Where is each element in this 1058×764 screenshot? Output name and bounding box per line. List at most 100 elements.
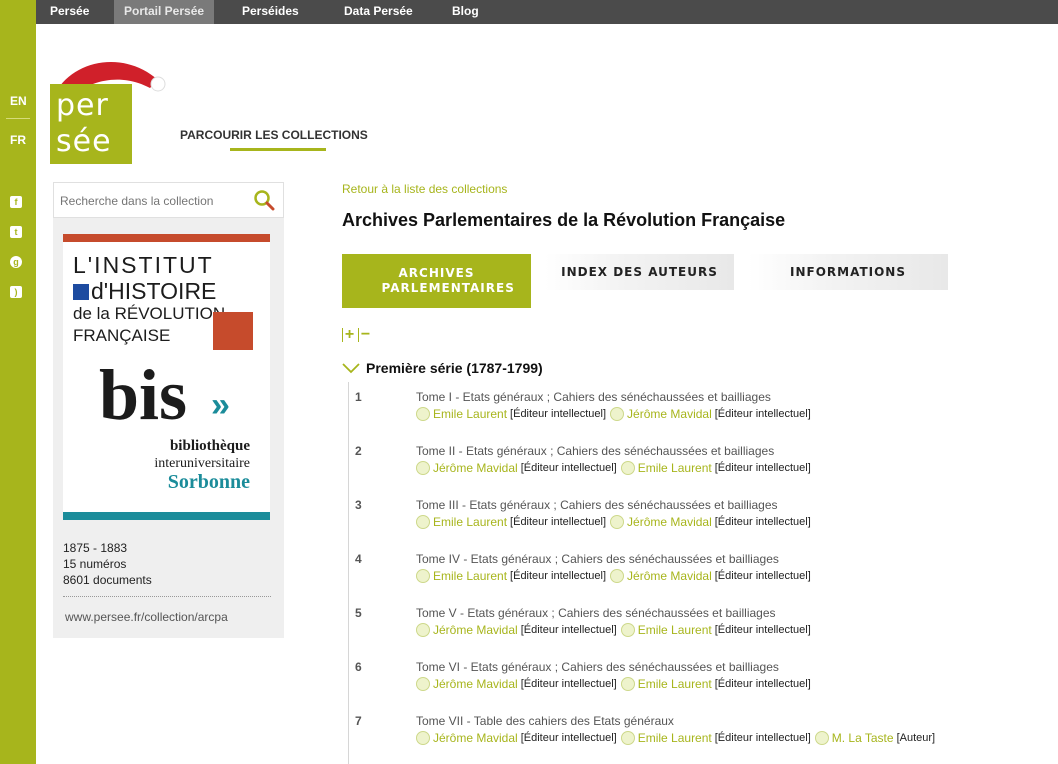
tab-archives-parlementaires[interactable]: ARCHIVES PARLEMENTAIRES: [342, 254, 531, 308]
tome-contributors: Jérôme Mavidal [Éditeur intellectuel] Emil…: [416, 731, 939, 748]
contributor-name-link[interactable]: Emile Laurent: [433, 407, 507, 421]
contributor-name-link[interactable]: M. La Taste: [832, 731, 894, 745]
contributor-role: [Éditeur intellectuel]: [714, 678, 811, 690]
nav-blog[interactable]: Blog: [442, 0, 489, 24]
partner-logo: L'INSTITUT d'HISTOIRE de la RÉVOLUTION F…: [63, 234, 270, 520]
nav-perseides[interactable]: Perséides: [232, 0, 309, 24]
persee-logo[interactable]: per sée: [50, 54, 166, 166]
contributor: Jérôme Mavidal [Éditeur intellectuel]: [610, 569, 815, 583]
tome-number: 4: [355, 552, 362, 566]
contributor-role: [Éditeur intellectuel]: [714, 516, 811, 528]
contributor-name-link[interactable]: Emile Laurent: [638, 623, 712, 637]
contributor: Jérôme Mavidal [Éditeur intellectuel]: [416, 677, 621, 691]
person-icon: [620, 731, 635, 745]
search-box: [53, 182, 284, 218]
tome-contributors: Jérôme Mavidal [Éditeur intellectuel] Emil…: [416, 623, 815, 640]
contributor: M. La Taste [Auteur]: [814, 731, 939, 745]
contributor-role: [Éditeur intellectuel]: [520, 624, 617, 636]
person-icon: [416, 731, 430, 745]
twitter-icon[interactable]: t: [10, 226, 22, 238]
contributor: Jérôme Mavidal [Éditeur intellectuel]: [416, 623, 621, 637]
lang-en-link[interactable]: EN: [0, 94, 36, 108]
contributor-name-link[interactable]: Jérôme Mavidal: [627, 407, 712, 421]
tome-number: 2: [355, 444, 362, 458]
collection-sidebar: L'INSTITUT d'HISTOIRE de la RÉVOLUTION F…: [53, 182, 284, 638]
contributor-role: [Éditeur intellectuel]: [520, 678, 617, 690]
expand-all-button[interactable]: +: [342, 327, 356, 343]
contributor-role: [Éditeur intellectuel]: [714, 462, 811, 474]
tome-title-link[interactable]: Tome V - Etats généraux ; Cahiers des sé…: [416, 606, 776, 620]
contributor-name-link[interactable]: Emile Laurent: [638, 677, 712, 691]
stats-issues: 15 numéros: [63, 557, 127, 571]
tome-title-link[interactable]: Tome II - Etats généraux ; Cahiers des s…: [416, 444, 774, 458]
rail-divider: [6, 118, 30, 119]
contributor: Emile Laurent [Éditeur intellectuel]: [416, 515, 610, 529]
tab-index-des-auteurs[interactable]: INDEX DES AUTEURS: [545, 254, 734, 290]
series-heading[interactable]: Première série (1787-1799): [342, 360, 543, 376]
contributor-role: [Éditeur intellectuel]: [510, 516, 607, 528]
collapse-all-button[interactable]: −: [358, 327, 372, 343]
contributor-name-link[interactable]: Emile Laurent: [638, 461, 712, 475]
ihrf-line-1: L'INSTITUT: [73, 252, 214, 278]
contributor-name-link[interactable]: Emile Laurent: [433, 515, 507, 529]
nav-persee[interactable]: Persée: [40, 0, 99, 24]
tome-title-link[interactable]: Tome III - Etats généraux ; Cahiers des …: [416, 498, 778, 512]
contributor-name-link[interactable]: Emile Laurent: [638, 731, 712, 745]
tab-informations[interactable]: INFORMATIONS: [748, 254, 948, 290]
page-title: Archives Parlementaires de la Révolution…: [342, 210, 786, 230]
tome-number: 1: [355, 390, 362, 404]
contributor-name-link[interactable]: Jérôme Mavidal: [433, 623, 518, 637]
tome-title-link[interactable]: Tome VII - Table des cahiers des Etats g…: [416, 714, 674, 728]
tome-number: 7: [355, 714, 362, 728]
contributor-name-link[interactable]: Jérôme Mavidal: [627, 515, 712, 529]
contributor: Emile Laurent [Éditeur intellectuel]: [620, 461, 815, 475]
bis-logo-text: bis: [99, 355, 188, 435]
contributor: Emile Laurent [Éditeur intellectuel]: [620, 731, 815, 745]
logo-text-top: per: [56, 88, 109, 123]
bis-arrows-icon: »: [211, 386, 230, 424]
contributor: Jérôme Mavidal [Éditeur intellectuel]: [416, 731, 621, 745]
search-icon[interactable]: [253, 189, 275, 211]
contributor-role: [Éditeur intellectuel]: [510, 570, 607, 582]
tome-number: 6: [355, 660, 362, 674]
person-icon: [416, 407, 430, 421]
back-to-collections-link[interactable]: Retour à la liste des collections: [342, 182, 507, 196]
contributor-role: [Éditeur intellectuel]: [714, 624, 811, 636]
contributor-role: [Éditeur intellectuel]: [714, 732, 811, 744]
left-rail: EN FR f t g ): [0, 0, 36, 764]
contributor-role: [Éditeur intellectuel]: [510, 408, 607, 420]
rss-icon[interactable]: ): [10, 286, 22, 298]
tome-title-link[interactable]: Tome VI - Etats généraux ; Cahiers des s…: [416, 660, 779, 674]
lang-fr-link[interactable]: FR: [0, 133, 36, 147]
tome-title-link[interactable]: Tome I - Etats généraux ; Cahiers des sé…: [416, 390, 771, 404]
contributor-name-link[interactable]: Jérôme Mavidal: [433, 677, 518, 691]
contributor: Jérôme Mavidal [Éditeur intellectuel]: [610, 515, 815, 529]
stats-documents: 8601 documents: [63, 573, 152, 587]
person-icon: [610, 569, 625, 583]
contributor: Jérôme Mavidal [Éditeur intellectuel]: [610, 407, 815, 421]
contributor-name-link[interactable]: Jérôme Mavidal: [627, 569, 712, 583]
contributor-name-link[interactable]: Jérôme Mavidal: [433, 461, 518, 475]
tree-line: [348, 382, 349, 764]
browse-collections-link[interactable]: PARCOURIR LES COLLECTIONS: [180, 128, 368, 142]
person-icon: [416, 677, 430, 691]
tome-contributors: Jérôme Mavidal [Éditeur intellectuel] Emil…: [416, 677, 815, 694]
search-input[interactable]: [60, 192, 240, 210]
contributor-role: [Éditeur intellectuel]: [520, 732, 617, 744]
contributor-role: [Éditeur intellectuel]: [714, 408, 811, 420]
facebook-icon[interactable]: f: [10, 196, 22, 208]
contributor-name-link[interactable]: Jérôme Mavidal: [433, 731, 518, 745]
contributor-name-link[interactable]: Emile Laurent: [433, 569, 507, 583]
contributor: Emile Laurent [Éditeur intellectuel]: [416, 407, 610, 421]
collection-url[interactable]: www.persee.fr/collection/arcpa: [65, 610, 228, 624]
tome-title-link[interactable]: Tome IV - Etats généraux ; Cahiers des s…: [416, 552, 779, 566]
google-plus-icon[interactable]: g: [10, 256, 22, 268]
tome-contributors: Jérôme Mavidal [Éditeur intellectuel] Emil…: [416, 461, 815, 478]
nav-data-persee[interactable]: Data Persée: [334, 0, 423, 24]
contributor-role: [Éditeur intellectuel]: [714, 570, 811, 582]
contributor: Emile Laurent [Éditeur intellectuel]: [620, 677, 815, 691]
person-icon: [416, 623, 430, 637]
contributor: Jérôme Mavidal [Éditeur intellectuel]: [416, 461, 621, 475]
nav-portail-persee[interactable]: Portail Persée: [114, 0, 215, 24]
contributor-role: [Éditeur intellectuel]: [520, 462, 617, 474]
